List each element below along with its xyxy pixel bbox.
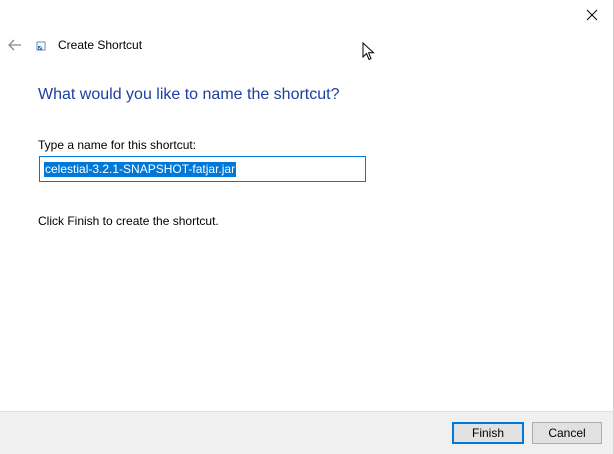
shortcut-name-input[interactable]: celestial-3.2.1-SNAPSHOT-fatjar.jar: [39, 156, 366, 182]
mouse-pointer-icon: [362, 42, 375, 61]
instruction-text: Click Finish to create the shortcut.: [38, 214, 219, 228]
shortcut-name-value: celestial-3.2.1-SNAPSHOT-fatjar.jar: [44, 162, 237, 177]
finish-button[interactable]: Finish: [452, 422, 524, 444]
close-icon: [586, 9, 598, 21]
back-arrow-icon: [8, 39, 21, 51]
wizard-title: Create Shortcut: [58, 38, 143, 52]
close-button[interactable]: [577, 2, 607, 28]
page-heading: What would you like to name the shortcut…: [38, 86, 340, 103]
shortcut-name-label: Type a name for this shortcut:: [38, 138, 197, 152]
cancel-button[interactable]: Cancel: [532, 422, 602, 444]
button-bar: Finish Cancel: [0, 411, 613, 454]
create-shortcut-window: Create Shortcut What would you like to n…: [0, 0, 614, 454]
back-button[interactable]: [4, 34, 26, 56]
shortcut-icon: [36, 41, 46, 51]
